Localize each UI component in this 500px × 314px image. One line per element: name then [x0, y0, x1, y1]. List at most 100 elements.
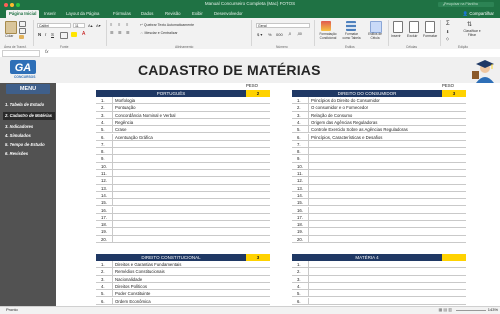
tab-desenvolvedor[interactable]: Desenvolvedor	[214, 11, 243, 16]
percent-icon[interactable]: %	[268, 32, 272, 37]
peso-value[interactable]: 2	[246, 90, 270, 97]
topic-row[interactable]: 7.	[292, 140, 466, 149]
topic-row[interactable]: 4. Regência	[96, 118, 270, 127]
topic-text[interactable]: O consumidor e o Fornecedor	[311, 104, 466, 111]
topic-text[interactable]: Morfologia	[115, 97, 270, 104]
topic-row[interactable]: 8.	[292, 148, 466, 156]
menu-item-cadastro-materias[interactable]: 2. Cadastro de Matérias	[3, 112, 55, 120]
merge-center-button[interactable]: ⇔ Mesclar e Centralizar	[140, 31, 178, 35]
topic-row[interactable]: 5.	[292, 290, 466, 298]
topic-row[interactable]: 13.	[96, 184, 270, 192]
borders-icon[interactable]	[60, 32, 68, 39]
menu-item-simulados[interactable]: 4. Simulados	[3, 132, 55, 140]
topic-text[interactable]: Regência	[115, 119, 270, 126]
tab-dados[interactable]: Dados	[141, 11, 153, 16]
thousands-icon[interactable]: 000	[276, 32, 283, 37]
tab-inserir[interactable]: Inserir	[44, 11, 56, 16]
topic-row[interactable]: 5. Poder Constituinte	[96, 290, 270, 298]
fill-color-icon[interactable]	[71, 32, 77, 37]
topic-row[interactable]: 17.	[96, 213, 270, 222]
topic-row[interactable]: 11.	[292, 170, 466, 178]
topic-row[interactable]: 16.	[96, 206, 270, 214]
copy-icon[interactable]	[19, 28, 26, 34]
topic-row[interactable]: 12.	[292, 177, 466, 185]
topic-text[interactable]: Princípios do Direito do Consumidor	[311, 97, 466, 104]
topic-row[interactable]: 3. Relação de Consumo	[292, 111, 466, 119]
format-cells-icon[interactable]	[425, 21, 435, 33]
topic-text[interactable]: Ordem Econômica	[115, 298, 270, 305]
topic-text[interactable]: Direitos Políticos	[115, 283, 270, 290]
subject-name-header[interactable]: DIREITO DO CONSUMIDOR	[292, 90, 442, 97]
fill-icon[interactable]: ⬇	[446, 29, 449, 34]
topic-row[interactable]: 4. Direitos Políticos	[96, 282, 270, 291]
topic-row[interactable]: 6. Acentuação Gráfica	[96, 133, 270, 141]
topic-row[interactable]: 4.	[292, 282, 466, 291]
autosum-icon[interactable]: Σ	[446, 21, 450, 27]
sort-filter-icon[interactable]: ⇅	[467, 21, 472, 28]
topic-row[interactable]: 15.	[292, 199, 466, 207]
topic-row[interactable]: 6. Princípios, Características e Desafios	[292, 133, 466, 141]
conditional-format-icon[interactable]	[321, 21, 331, 31]
format-painter-icon[interactable]	[19, 35, 24, 39]
menu-item-revisoes[interactable]: 6. Revisões	[3, 150, 55, 158]
topic-text[interactable]: Relação de Consumo	[311, 112, 466, 119]
topic-row[interactable]: 18.	[292, 221, 466, 229]
subject-name-header[interactable]: MATÉRIA 4	[292, 254, 442, 261]
wrap-text-button[interactable]: ↵ Quebrar Texto Automaticamente	[140, 23, 194, 27]
topic-row[interactable]: 17.	[292, 213, 466, 222]
insert-cells-icon[interactable]	[393, 21, 403, 33]
menu-item-indicadores[interactable]: 3. Indicadores	[3, 123, 55, 131]
align-center-icon[interactable]: ☰	[118, 30, 122, 35]
topic-row[interactable]: 19.	[96, 228, 270, 236]
delete-cells-icon[interactable]	[409, 21, 419, 33]
view-normal-icon[interactable]: ▦ ▤ ▥	[438, 307, 452, 312]
topic-text[interactable]: Poder Constituinte	[115, 290, 270, 297]
topic-row[interactable]: 3. Nacionalidade	[96, 275, 270, 283]
topic-row[interactable]: 15.	[96, 199, 270, 207]
topic-row[interactable]: 20.	[292, 235, 466, 243]
format-as-table-icon[interactable]	[346, 21, 356, 31]
grow-font-icon[interactable]: A▴	[88, 23, 93, 28]
align-bottom-icon[interactable]: ≡	[126, 22, 128, 27]
topic-row[interactable]: 2.	[292, 268, 466, 276]
align-top-icon[interactable]: ≡	[110, 22, 112, 27]
currency-icon[interactable]: $ ▾	[257, 32, 262, 37]
topic-row[interactable]: 12.	[96, 177, 270, 185]
menu-item-tabela-estudo[interactable]: 1. Tabela de Estudo	[3, 101, 55, 109]
topic-row[interactable]: 6. Ordem Econômica	[96, 297, 270, 305]
cut-icon[interactable]	[19, 21, 26, 27]
topic-row[interactable]: 14.	[96, 191, 270, 200]
topic-row[interactable]: 14.	[292, 191, 466, 200]
font-color-icon[interactable]: A	[82, 31, 85, 37]
topic-text[interactable]: Princípios, Características e Desafios	[311, 134, 466, 141]
topic-row[interactable]: 2. Pontuação	[96, 104, 270, 112]
decimal-increase-icon[interactable]: ,0	[288, 32, 291, 36]
topic-row[interactable]: 3.	[292, 275, 466, 283]
topic-text[interactable]: Origem das Agências Reguladoras	[311, 119, 466, 126]
underline-icon[interactable]: S	[51, 32, 54, 37]
topic-text[interactable]: Direitos e Garantias Fundamentais	[115, 261, 270, 268]
topic-row[interactable]: 10.	[292, 162, 466, 170]
name-box[interactable]	[2, 50, 40, 57]
topic-row[interactable]: 7.	[96, 140, 270, 149]
search-input[interactable]: Pesquisar na Planilha	[438, 2, 494, 7]
topic-row[interactable]: 2. O consumidor e o Fornecedor	[292, 104, 466, 112]
align-left-icon[interactable]: ☰	[110, 30, 114, 35]
topic-text[interactable]: Nacionalidade	[115, 276, 270, 283]
topic-row[interactable]: 9.	[292, 155, 466, 163]
tab-pagina-inicial[interactable]: Página Inicial	[6, 10, 40, 18]
topic-row[interactable]: 1.	[292, 261, 466, 269]
shrink-font-icon[interactable]: A▾	[96, 23, 101, 28]
topic-row[interactable]: 2. Remédios Constitucionais	[96, 268, 270, 276]
number-format-select[interactable]: Geral	[256, 23, 310, 28]
topic-row[interactable]: 19.	[292, 228, 466, 236]
topic-row[interactable]: 16.	[292, 206, 466, 214]
topic-row[interactable]: 1. Direitos e Garantias Fundamentais	[96, 261, 270, 269]
topic-row[interactable]: 9.	[96, 155, 270, 163]
topic-text[interactable]: Remédios Constitucionais	[115, 268, 270, 275]
subject-name-header[interactable]: PORTUGUÊS	[96, 90, 246, 97]
italic-icon[interactable]: I	[45, 32, 46, 37]
align-right-icon[interactable]: ☰	[126, 30, 130, 35]
zoom-slider[interactable]	[456, 310, 486, 311]
topic-text[interactable]: Pontuação	[115, 104, 270, 111]
